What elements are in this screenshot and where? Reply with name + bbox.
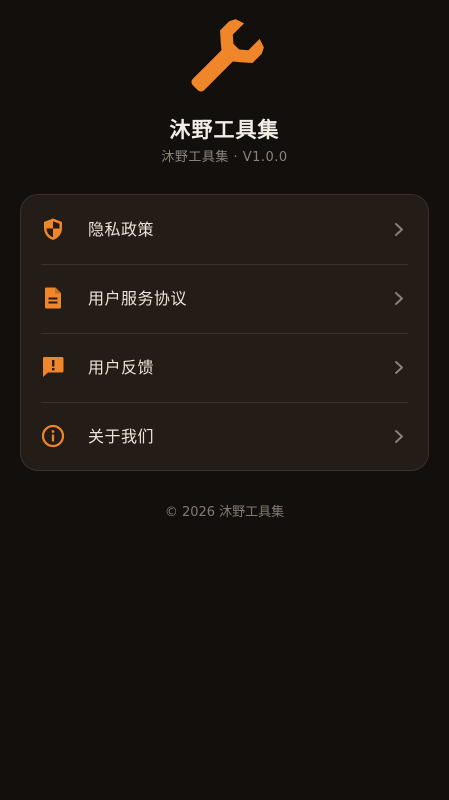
chevron-right-icon <box>395 223 403 236</box>
document-icon <box>45 287 61 309</box>
menu-item-user-agreement[interactable]: 用户服务协议 <box>21 264 428 333</box>
chevron-right-icon <box>395 430 403 443</box>
chevron-right-icon <box>395 361 403 374</box>
app-version: 沐野工具集 · V1.0.0 <box>161 150 288 165</box>
menu-item-label: 用户服务协议 <box>88 289 188 308</box>
menu-item-label: 用户反馈 <box>88 358 155 377</box>
chevron-right-icon <box>395 292 403 305</box>
app-title: 沐野工具集 <box>169 118 280 142</box>
shield-icon <box>44 218 62 240</box>
menu-item-label: 关于我们 <box>88 427 155 446</box>
feedback-icon <box>43 357 64 377</box>
menu-item-feedback[interactable]: 用户反馈 <box>21 333 428 402</box>
copyright-text: © 2026 沐野工具集 <box>164 505 285 520</box>
menu-item-label: 隐私政策 <box>88 220 155 239</box>
settings-menu: 隐私政策 用户服务协议 用户反馈 关于我们 <box>20 194 429 471</box>
wrench-icon <box>191 19 264 92</box>
info-icon <box>41 424 65 448</box>
menu-item-privacy-policy[interactable]: 隐私政策 <box>21 195 428 264</box>
menu-item-about-us[interactable]: 关于我们 <box>21 402 428 470</box>
